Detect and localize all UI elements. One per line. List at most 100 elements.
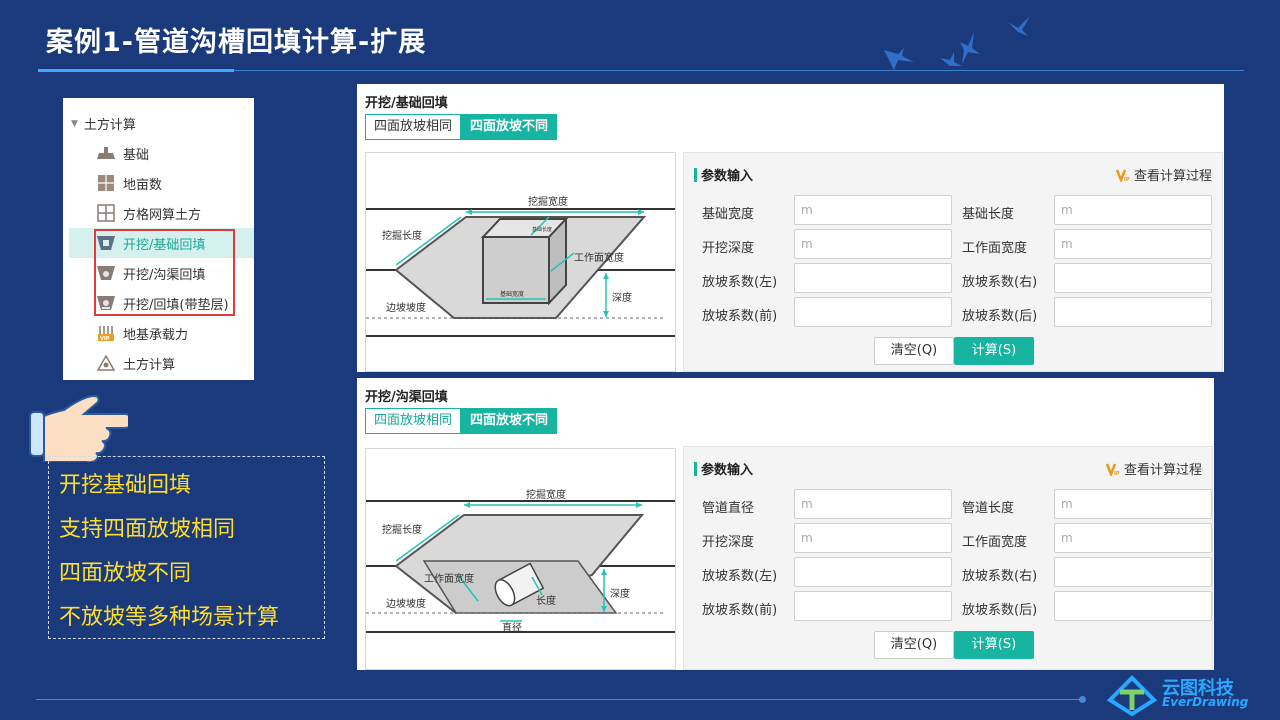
slide-title: 案例1-管道沟槽回填计算-扩展 xyxy=(46,27,427,58)
diagram-label-diameter: 直径 xyxy=(502,621,522,634)
birds-decoration-icon xyxy=(884,16,1030,70)
diagram-label-top-width: 挖掘宽度 xyxy=(528,195,568,208)
base-length-input[interactable]: m xyxy=(1054,195,1212,225)
field-label: 基础长度 xyxy=(962,207,1015,222)
foundation-excavation-figure: 挖掘宽度 挖掘长度 工作面宽度 边坡坡度 深度 基础宽度 基础长度 xyxy=(366,195,675,337)
tab-bar: 四面放坡相同 四面放坡不同 xyxy=(365,408,558,434)
pipe-diameter-input[interactable]: m xyxy=(794,489,952,519)
diagram-label-top-width: 挖掘宽度 xyxy=(526,488,566,501)
section-bar-icon xyxy=(694,167,697,182)
pipe-length-input[interactable]: m xyxy=(1054,489,1212,519)
field-label: 基础宽度 xyxy=(702,207,755,222)
grid-icon xyxy=(97,204,115,222)
field-label: 放坡系数(左) xyxy=(702,569,778,584)
tab-same-slope[interactable]: 四面放坡相同 xyxy=(365,114,462,140)
footer-line xyxy=(36,699,1082,700)
slope-back-input[interactable] xyxy=(1054,591,1212,621)
callout-line: 支持四面放坡相同 xyxy=(59,517,236,542)
tab-bar: 四面放坡相同 四面放坡不同 xyxy=(365,114,558,140)
logo-mark-icon xyxy=(1106,675,1158,717)
excavation-depth-input[interactable]: m xyxy=(794,229,952,259)
company-logo: 云图科技 EverDrawing xyxy=(1106,674,1256,717)
slope-back-input[interactable] xyxy=(1054,297,1212,327)
tree-item-label: 基础 xyxy=(123,147,150,163)
tree-item-bearing[interactable]: VIP 地基承载力 xyxy=(69,318,254,348)
diagram-label-base-length: 基础长度 xyxy=(532,226,552,233)
tree-root[interactable]: ▼ 土方计算 xyxy=(71,114,136,133)
slope-front-input[interactable] xyxy=(794,297,952,327)
diagram-label-length: 挖掘长度 xyxy=(382,229,422,242)
form-title: 参数输入 xyxy=(701,169,754,184)
tree-item-foundation[interactable]: 基础 xyxy=(69,138,254,168)
tree-root-label: 土方计算 xyxy=(83,118,136,133)
diagram-label-slope: 边坡坡度 xyxy=(386,597,426,610)
field-label: 放坡系数(右) xyxy=(962,569,1038,584)
tab-different-slope[interactable]: 四面放坡不同 xyxy=(461,408,558,434)
pointing-hand-icon xyxy=(29,394,128,462)
parameter-form: 参数输入 IP 查看计算过程 基础宽度 m 基础长度 m 开挖深度 m 工作面宽… xyxy=(683,152,1223,372)
bearing-vip-icon: VIP xyxy=(98,326,114,342)
form-header: 参数输入 xyxy=(694,165,753,184)
view-process-link[interactable]: IP 查看计算过程 xyxy=(1105,459,1202,478)
base-width-input[interactable]: m xyxy=(794,195,952,225)
slope-left-input[interactable] xyxy=(794,263,952,293)
field-label: 管道直径 xyxy=(702,501,755,516)
field-label: 开挖深度 xyxy=(702,241,755,256)
callout-line: 不放坡等多种场景计算 xyxy=(59,605,280,630)
view-process-label: 查看计算过程 xyxy=(1123,463,1202,478)
slope-right-input[interactable] xyxy=(1054,263,1212,293)
diagram-label-pipe-length: 长度 xyxy=(536,594,556,607)
svg-text:IP: IP xyxy=(1114,471,1120,476)
slope-left-input[interactable] xyxy=(794,557,952,587)
diagram-label-length: 挖掘长度 xyxy=(382,523,422,536)
field-label: 放坡系数(后) xyxy=(962,603,1038,618)
calculate-button[interactable]: 计算(S) xyxy=(954,337,1034,365)
diagram-label-work-width: 工作面宽度 xyxy=(424,572,474,585)
feature-callout: 开挖基础回填 支持四面放坡相同 四面放坡不同 不放坡等多种场景计算 xyxy=(48,456,325,639)
callout-line: 四面放坡不同 xyxy=(59,561,192,586)
diagram-label-depth: 深度 xyxy=(612,291,632,304)
tree-item-land-area[interactable]: 地亩数 xyxy=(69,168,254,198)
diagram-label-slope: 边坡坡度 xyxy=(386,301,426,314)
work-width-input[interactable]: m xyxy=(1054,523,1212,553)
svg-text:IP: IP xyxy=(1124,177,1130,182)
work-width-input[interactable]: m xyxy=(1054,229,1212,259)
foundation-diagram: 挖掘宽度 挖掘长度 工作面宽度 边坡坡度 深度 基础宽度 基础长度 xyxy=(365,152,676,372)
form-title: 参数输入 xyxy=(701,463,754,478)
field-label: 管道长度 xyxy=(962,501,1015,516)
panel-foundation-backfill: 开挖/基础回填 四面放坡相同 四面放坡不同 挖掘宽度 挖掘长度 工作面宽度 边坡… xyxy=(357,84,1224,372)
trench-diagram: 挖掘宽度 挖掘长度 工作面宽度 边坡坡度 深度 长度 直径 xyxy=(365,448,676,670)
slope-right-input[interactable] xyxy=(1054,557,1212,587)
tree-item-label: 土方计算 xyxy=(123,357,176,373)
view-process-label: 查看计算过程 xyxy=(1133,169,1212,184)
caret-down-icon[interactable]: ▼ xyxy=(71,119,78,129)
view-process-link[interactable]: IP 查看计算过程 xyxy=(1115,165,1212,184)
field-label: 开挖深度 xyxy=(702,535,755,550)
field-label: 工作面宽度 xyxy=(962,241,1028,256)
panel-title: 开挖/基础回填 xyxy=(365,96,448,111)
tree-item-earthwork[interactable]: 土方计算 xyxy=(69,348,254,378)
title-underline-accent xyxy=(38,69,234,72)
tab-different-slope[interactable]: 四面放坡不同 xyxy=(461,114,558,140)
parameter-form: 参数输入 IP 查看计算过程 管道直径 m 管道长度 m 开挖深度 m 工作面宽… xyxy=(683,446,1213,670)
land-area-icon xyxy=(98,175,114,191)
excavation-depth-input[interactable]: m xyxy=(794,523,952,553)
diagram-label-work-width: 工作面宽度 xyxy=(574,251,624,264)
foundation-icon xyxy=(97,147,115,159)
callout-line: 开挖基础回填 xyxy=(59,473,192,498)
tree-item-label: 地亩数 xyxy=(123,177,163,193)
slope-front-input[interactable] xyxy=(794,591,952,621)
vip-icon: IP xyxy=(1115,169,1130,182)
calculate-button[interactable]: 计算(S) xyxy=(954,631,1034,659)
field-label: 放坡系数(前) xyxy=(702,309,778,324)
field-label: 放坡系数(左) xyxy=(702,275,778,290)
diagram-label-depth: 深度 xyxy=(610,587,630,600)
clear-button[interactable]: 清空(Q) xyxy=(874,337,954,365)
field-label: 放坡系数(前) xyxy=(702,603,778,618)
tree-item-grid[interactable]: 方格网算土方 xyxy=(69,198,254,228)
tree-item-label: 方格网算土方 xyxy=(123,207,202,223)
clear-button[interactable]: 清空(Q) xyxy=(874,631,954,659)
tab-same-slope[interactable]: 四面放坡相同 xyxy=(365,408,462,434)
field-label: 放坡系数(后) xyxy=(962,309,1038,324)
footer-dot xyxy=(1079,696,1086,703)
